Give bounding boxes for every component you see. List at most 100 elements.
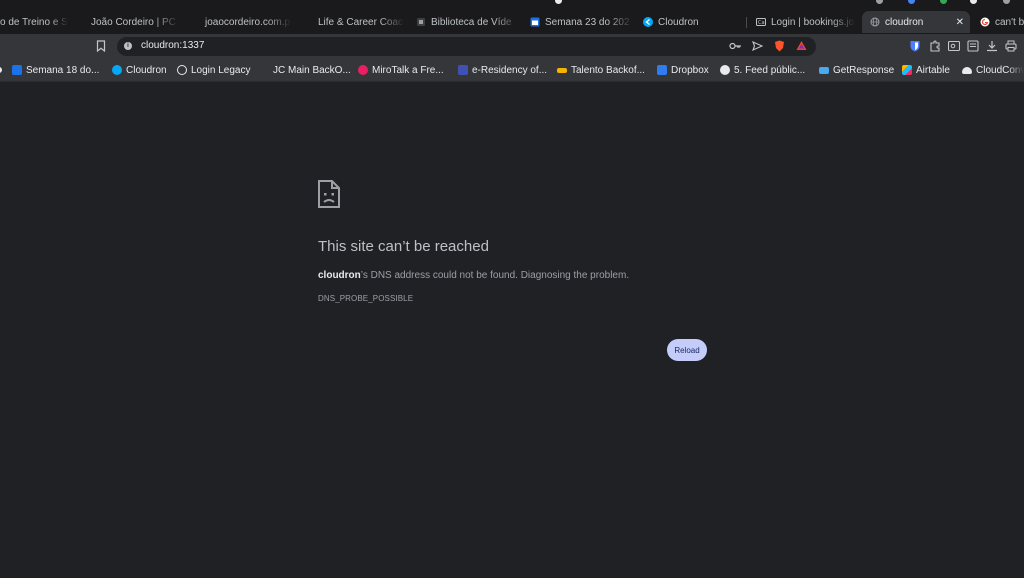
calendar-icon (530, 17, 540, 27)
tab-title: joaocordeiro.com.p (205, 16, 291, 28)
bookmark-item[interactable]: e-Residency of... (458, 63, 547, 77)
tab[interactable]: Life & Career Coac (303, 11, 405, 33)
error-message-text: ’s DNS address could not be found. Diagn… (360, 270, 630, 281)
extension-icon[interactable] (1003, 0, 1010, 4)
extension-icon[interactable] (876, 0, 883, 4)
bitwarden-icon[interactable] (910, 40, 920, 55)
bookmark-item[interactable]: Cloudron (112, 63, 167, 77)
address-bar[interactable]: i cloudron:1337 (117, 37, 816, 56)
reload-button[interactable]: Reload (667, 339, 707, 361)
tab-separator (404, 17, 405, 28)
bookmark-label: Cloudron (126, 64, 167, 76)
tab-title: Biblioteca de Víde (431, 16, 512, 28)
github-icon (720, 65, 730, 75)
bookmark-item[interactable]: JC Main BackO... (259, 63, 351, 77)
bookmark-label: GetResponse (833, 64, 895, 76)
airtable-icon (902, 65, 912, 75)
tab[interactable]: joaocordeiro.com.p (190, 11, 292, 33)
tab-title: Cloudron (658, 16, 699, 28)
reading-list-icon[interactable] (967, 40, 979, 55)
svg-text:Cal: Cal (758, 20, 766, 26)
library-icon (416, 17, 426, 27)
window-top-strip (0, 0, 1024, 8)
tab-title: cloudron (885, 16, 924, 28)
page-icon (190, 17, 200, 27)
extension-icon[interactable] (908, 0, 915, 4)
tab[interactable]: Biblioteca de Víde (416, 11, 520, 33)
close-icon[interactable]: ✕ (956, 17, 964, 28)
tab[interactable]: can't b (980, 11, 1024, 33)
bookmark-item[interactable]: CloudConv (962, 63, 1024, 77)
send-icon[interactable] (752, 40, 764, 55)
dropbox-icon (657, 65, 667, 75)
mail-icon (819, 66, 829, 74)
page-icon (259, 65, 269, 75)
bookmark-folder-icon[interactable] (0, 63, 6, 77)
tab[interactable]: o de Treino e S (0, 11, 68, 33)
bookmark-label: Login Legacy (191, 64, 251, 76)
brave-rewards-icon[interactable] (796, 40, 807, 54)
bookmark-label: Airtable (916, 64, 950, 76)
google-icon (980, 17, 990, 27)
calendar-icon (12, 65, 22, 75)
error-message: cloudron’s DNS address could not be foun… (318, 270, 629, 281)
bookmark-label: Talento Backof... (571, 64, 645, 76)
tab[interactable]: Cal Login | bookings.jo (756, 11, 856, 33)
page-icon (303, 17, 313, 27)
extension-icon[interactable] (970, 0, 977, 4)
site-info-icon[interactable]: i (124, 42, 132, 50)
bookmark-item[interactable]: Semana 18 do... (12, 63, 99, 77)
browser-toolbar: i cloudron:1337 (0, 34, 1024, 59)
mirotalk-icon (358, 65, 368, 75)
window-control-icon[interactable] (555, 0, 562, 4)
extension-icon[interactable] (940, 0, 947, 4)
cloudconvert-icon (962, 66, 972, 74)
bookmarks-bar: Semana 18 do... Cloudron Login Legacy JC… (0, 59, 1024, 82)
tab-title: can't b (995, 16, 1024, 28)
tab-title: João Cordeiro | PC (91, 16, 176, 28)
bookmark-item[interactable]: 5. Feed públic... (720, 63, 805, 77)
error-code: DNS_PROBE_POSSIBLE (318, 294, 414, 303)
booking-icon: Cal (756, 17, 766, 27)
tab-separator (519, 17, 520, 28)
bookmark-item[interactable]: MiroTalk a Fre... (358, 63, 444, 77)
cloudron-icon (112, 65, 122, 75)
bookmark-icon[interactable] (96, 40, 106, 55)
tab-separator (746, 17, 747, 28)
cloudron-icon (643, 17, 653, 27)
tab-title: Login | bookings.jo (771, 16, 855, 28)
tab-separator (291, 17, 292, 28)
bookmark-label: CloudConv (976, 64, 1024, 76)
error-host: cloudron (318, 270, 361, 281)
bookmark-item[interactable]: GetResponse (819, 63, 894, 77)
print-icon[interactable] (1005, 40, 1017, 55)
bookmark-item[interactable]: Airtable (902, 63, 950, 77)
key-icon[interactable] (729, 40, 742, 55)
tab-title: Life & Career Coac (318, 16, 404, 28)
download-icon[interactable] (986, 40, 998, 55)
tab-separator (67, 17, 68, 28)
talento-icon (557, 67, 567, 73)
globe-icon (177, 65, 187, 75)
tab[interactable]: Semana 23 do 202 (530, 11, 634, 33)
extensions-puzzle-icon[interactable] (929, 40, 941, 55)
tab-separator (633, 17, 634, 28)
bookmark-label: Semana 18 do... (26, 64, 100, 76)
tab-title: Semana 23 do 202 (545, 16, 630, 28)
bookmark-label: Dropbox (671, 64, 709, 76)
url-text[interactable]: cloudron:1337 (141, 40, 204, 51)
tab-search-icon[interactable] (947, 40, 961, 55)
tab-active[interactable]: cloudron ✕ (862, 11, 970, 33)
brave-shields-icon[interactable] (774, 40, 785, 55)
bookmark-item[interactable]: Dropbox (657, 63, 709, 77)
bookmark-label: e-Residency of... (472, 64, 548, 76)
bookmark-item[interactable]: Login Legacy (177, 63, 251, 77)
tab[interactable]: Cloudron (643, 11, 747, 33)
tab-strip: o de Treino e S João Cordeiro | PC joaoc… (0, 8, 1024, 34)
page-icon (76, 17, 86, 27)
tab-title: o de Treino e S (0, 16, 68, 28)
tab[interactable]: João Cordeiro | PC (76, 11, 180, 33)
eresidency-icon (458, 65, 468, 75)
sad-document-icon (318, 180, 340, 208)
bookmark-item[interactable]: Talento Backof... (557, 63, 645, 77)
